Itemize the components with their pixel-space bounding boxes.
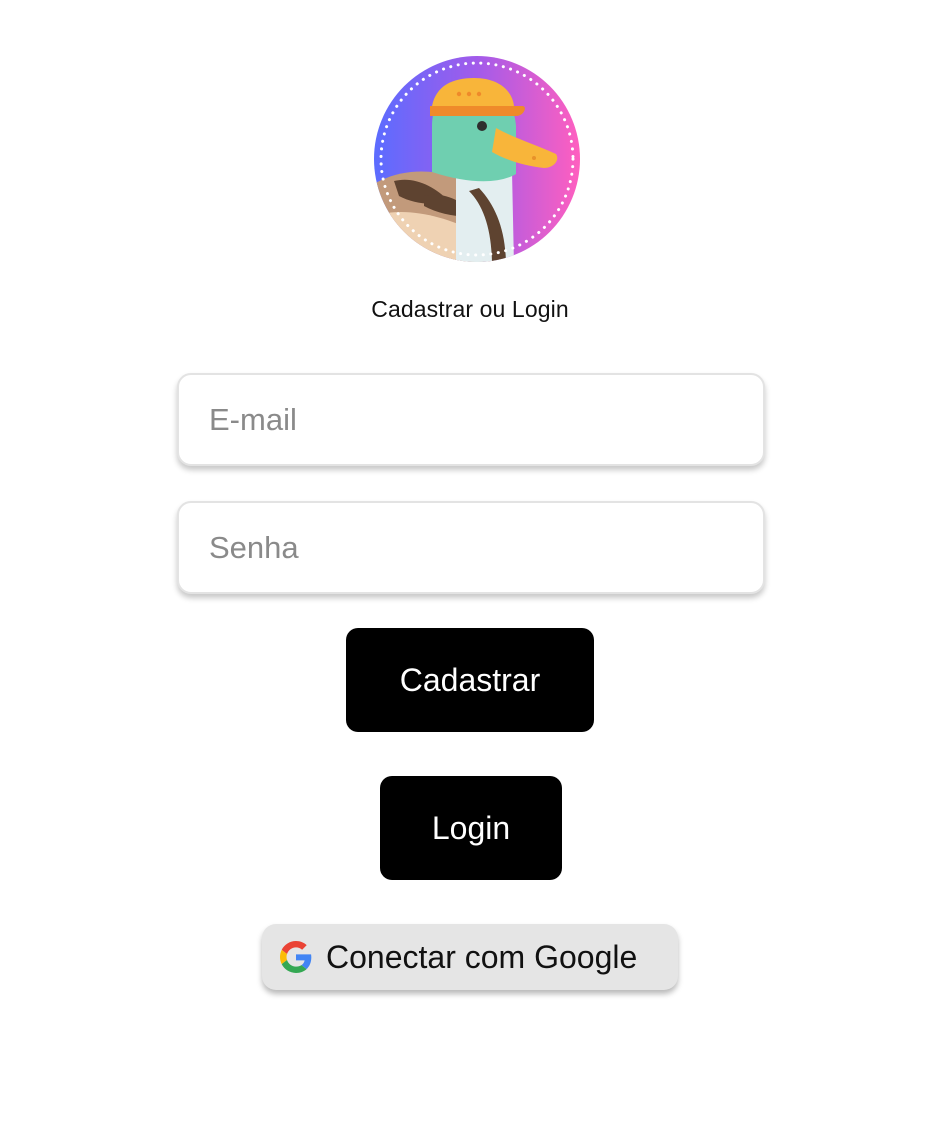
password-field[interactable] [177, 501, 765, 594]
google-g-icon [280, 941, 312, 973]
duck-avatar-icon [374, 56, 580, 262]
register-button-label: Cadastrar [399, 661, 541, 698]
register-button[interactable]: Cadastrar [346, 628, 594, 732]
google-signin-label: Conectar com Google [326, 939, 638, 975]
login-button-label: Login [431, 809, 511, 846]
email-field[interactable] [177, 373, 765, 466]
page-title: Cadastrar ou Login [371, 296, 569, 322]
login-button[interactable]: Login [380, 776, 562, 880]
google-signin-button[interactable]: Conectar com Google [262, 924, 678, 990]
